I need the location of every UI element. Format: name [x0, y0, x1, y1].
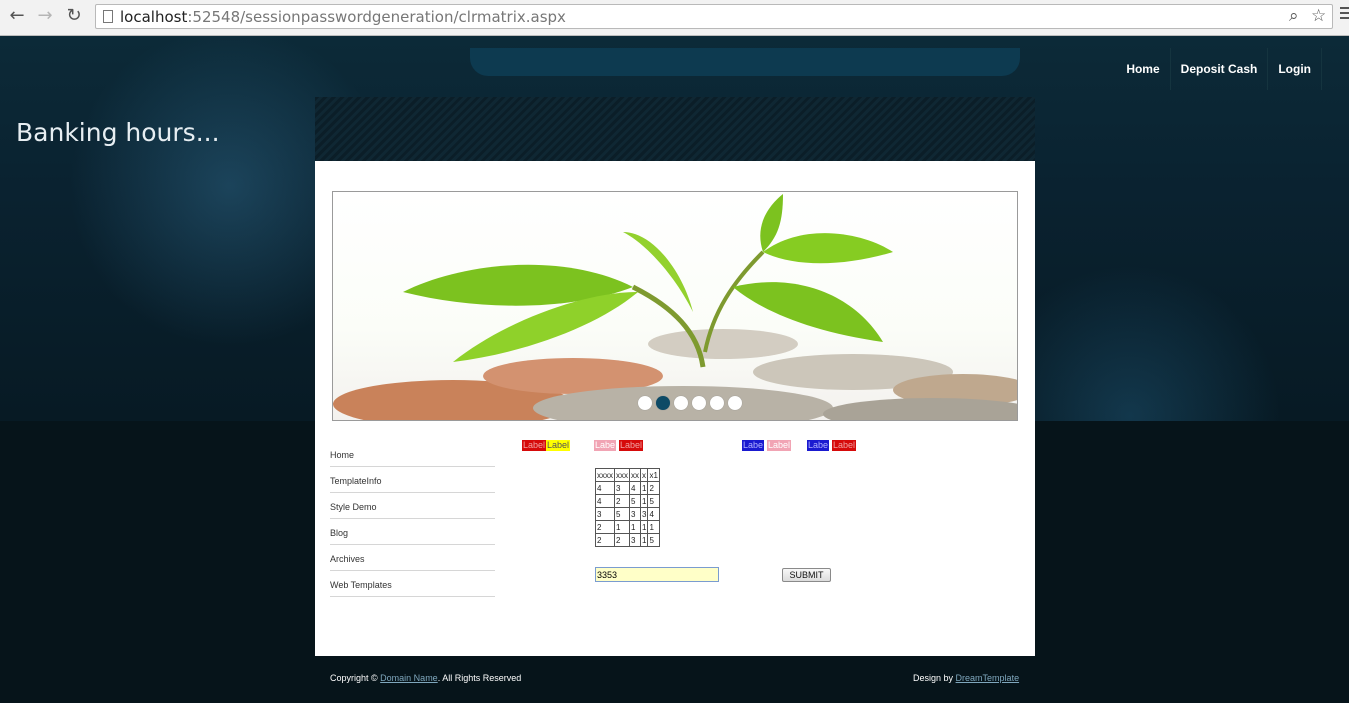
- address-bar[interactable]: localhost:52548/sessionpasswordgeneratio…: [95, 4, 1333, 29]
- image-slider[interactable]: [332, 191, 1018, 421]
- content-panel: Home TemplateInfo Style Demo Blog Archiv…: [315, 161, 1035, 656]
- table-cell: 1: [647, 520, 660, 534]
- color-label: Label: [767, 440, 792, 451]
- forward-arrow-icon[interactable]: →: [34, 5, 56, 27]
- table-cell: 2: [647, 481, 660, 495]
- star-icon[interactable]: ☆: [1311, 6, 1326, 26]
- color-label: Label: [522, 440, 547, 451]
- table-cell: xxxx: [595, 468, 615, 482]
- table-row: 4 3 4 1 2: [595, 481, 660, 495]
- header-strip: [315, 97, 1035, 161]
- sidebar-item-web-templates[interactable]: Web Templates: [330, 571, 495, 597]
- sidebar-item-archives[interactable]: Archives: [330, 545, 495, 571]
- table-row: 2 1 1 1 1: [595, 520, 660, 534]
- page-icon: [103, 10, 113, 23]
- copyright-prefix: Copyright ©: [330, 673, 378, 683]
- slider-dot-active[interactable]: [656, 396, 670, 410]
- table-row: 3 5 3 3 4: [595, 507, 660, 521]
- table-cell: 1: [639, 481, 649, 495]
- table-cell: 1: [639, 520, 649, 534]
- color-label: Labe: [594, 440, 617, 451]
- table-cell: 2: [595, 533, 615, 547]
- table-cell: 3: [595, 507, 615, 521]
- table-cell: 3: [629, 533, 641, 547]
- table-cell: 4: [595, 481, 615, 495]
- nav-login[interactable]: Login: [1268, 48, 1322, 90]
- tagline: Banking hours...: [16, 118, 220, 147]
- designer-link[interactable]: DreamTemplate: [956, 673, 1020, 683]
- hamburger-menu-icon[interactable]: [1340, 7, 1349, 22]
- table-cell: 1: [639, 533, 649, 547]
- sidebar-item-home[interactable]: Home: [330, 441, 495, 467]
- table-cell: 1: [639, 494, 649, 508]
- table-cell: x1: [647, 468, 660, 482]
- submit-button[interactable]: SUBMIT: [782, 568, 831, 582]
- table-row: 2 2 3 1 5: [595, 533, 660, 547]
- footer-copyright: Copyright © Domain Name. All Rights Rese…: [330, 673, 521, 683]
- table-cell: 3: [614, 481, 630, 495]
- nav-deposit-cash[interactable]: Deposit Cash: [1171, 48, 1269, 90]
- table-cell: 3: [629, 507, 641, 521]
- sidebar-item-blog[interactable]: Blog: [330, 519, 495, 545]
- table-cell: xx: [629, 468, 641, 482]
- plant-coins-image: [333, 194, 1017, 420]
- table-cell: 1: [614, 520, 630, 534]
- color-label: Label: [546, 440, 571, 451]
- table-cell: 2: [614, 533, 630, 547]
- table-cell: 5: [629, 494, 641, 508]
- table-cell: 5: [614, 507, 630, 521]
- slider-dots: [638, 396, 742, 410]
- table-cell: 5: [647, 494, 660, 508]
- rights-text: . All Rights Reserved: [437, 673, 522, 683]
- slider-dot[interactable]: [710, 396, 724, 410]
- sidebar-nav: Home TemplateInfo Style Demo Blog Archiv…: [330, 441, 495, 597]
- nav-home[interactable]: Home: [1116, 48, 1171, 90]
- sidebar-item-templateinfo[interactable]: TemplateInfo: [330, 467, 495, 493]
- table-cell: 4: [595, 494, 615, 508]
- browser-toolbar: ← → ↻ localhost:52548/sessionpasswordgen…: [0, 0, 1349, 36]
- slider-dot[interactable]: [638, 396, 652, 410]
- domain-link[interactable]: Domain Name: [380, 673, 438, 683]
- slider-dot[interactable]: [728, 396, 742, 410]
- url-text[interactable]: localhost:52548/sessionpasswordgeneratio…: [120, 8, 566, 26]
- table-cell: 5: [647, 533, 660, 547]
- table-row: 4 2 5 1 5: [595, 494, 660, 508]
- color-label: Labe: [807, 440, 830, 451]
- table-cell: 2: [614, 494, 630, 508]
- top-nav: Home Deposit Cash Login: [1116, 48, 1322, 90]
- design-by-text: Design by: [913, 673, 954, 683]
- table-row: xxxx xxx xx x x1: [595, 468, 660, 482]
- table-cell: 4: [629, 481, 641, 495]
- table-cell: 1: [629, 520, 641, 534]
- color-label: Labe: [742, 440, 765, 451]
- code-input[interactable]: [595, 567, 719, 582]
- color-matrix-table: xxxx xxx xx x x1 4 3 4 1 2 4 2 5 1 5 3 5…: [595, 468, 660, 547]
- color-label: Label: [619, 440, 644, 451]
- zoom-icon[interactable]: ⌕: [1289, 6, 1299, 26]
- slider-dot[interactable]: [674, 396, 688, 410]
- color-label: Label: [832, 440, 857, 451]
- table-cell: 3: [639, 507, 649, 521]
- slider-dot[interactable]: [692, 396, 706, 410]
- table-cell: 4: [647, 507, 660, 521]
- reload-icon[interactable]: ↻: [63, 5, 85, 27]
- header-decoration: [470, 48, 1020, 76]
- table-cell: 2: [595, 520, 615, 534]
- table-cell: xxx: [614, 468, 630, 482]
- sidebar-item-style-demo[interactable]: Style Demo: [330, 493, 495, 519]
- footer-credit: Design by DreamTemplate: [913, 673, 1019, 683]
- back-arrow-icon[interactable]: ←: [6, 5, 28, 27]
- table-cell: x: [639, 468, 649, 482]
